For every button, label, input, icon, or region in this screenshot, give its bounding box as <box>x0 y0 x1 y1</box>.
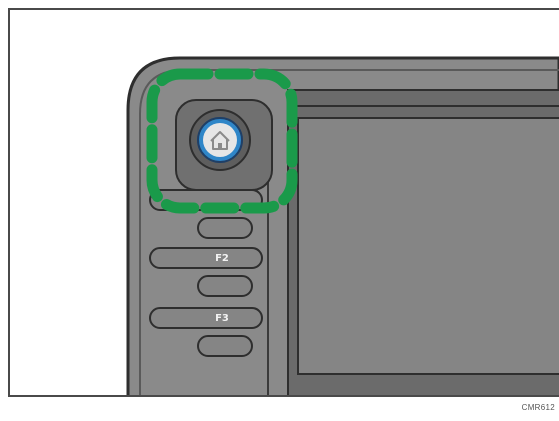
function-key-2[interactable]: F2 <box>149 247 263 269</box>
control-panel: F2 F3 <box>126 56 559 395</box>
illustration-frame: F2 F3 <box>8 8 559 397</box>
function-key-2-label: F2 <box>215 253 229 264</box>
figure-caption: CMR612 <box>521 403 555 412</box>
function-key-2-small[interactable] <box>197 275 253 297</box>
touch-screen[interactable] <box>297 117 559 375</box>
home-button[interactable] <box>197 117 243 163</box>
function-key-3-label: F3 <box>215 313 229 324</box>
function-key-3-small[interactable] <box>197 335 253 357</box>
function-key-3[interactable]: F3 <box>149 307 263 329</box>
function-key-1-small[interactable] <box>197 217 253 239</box>
